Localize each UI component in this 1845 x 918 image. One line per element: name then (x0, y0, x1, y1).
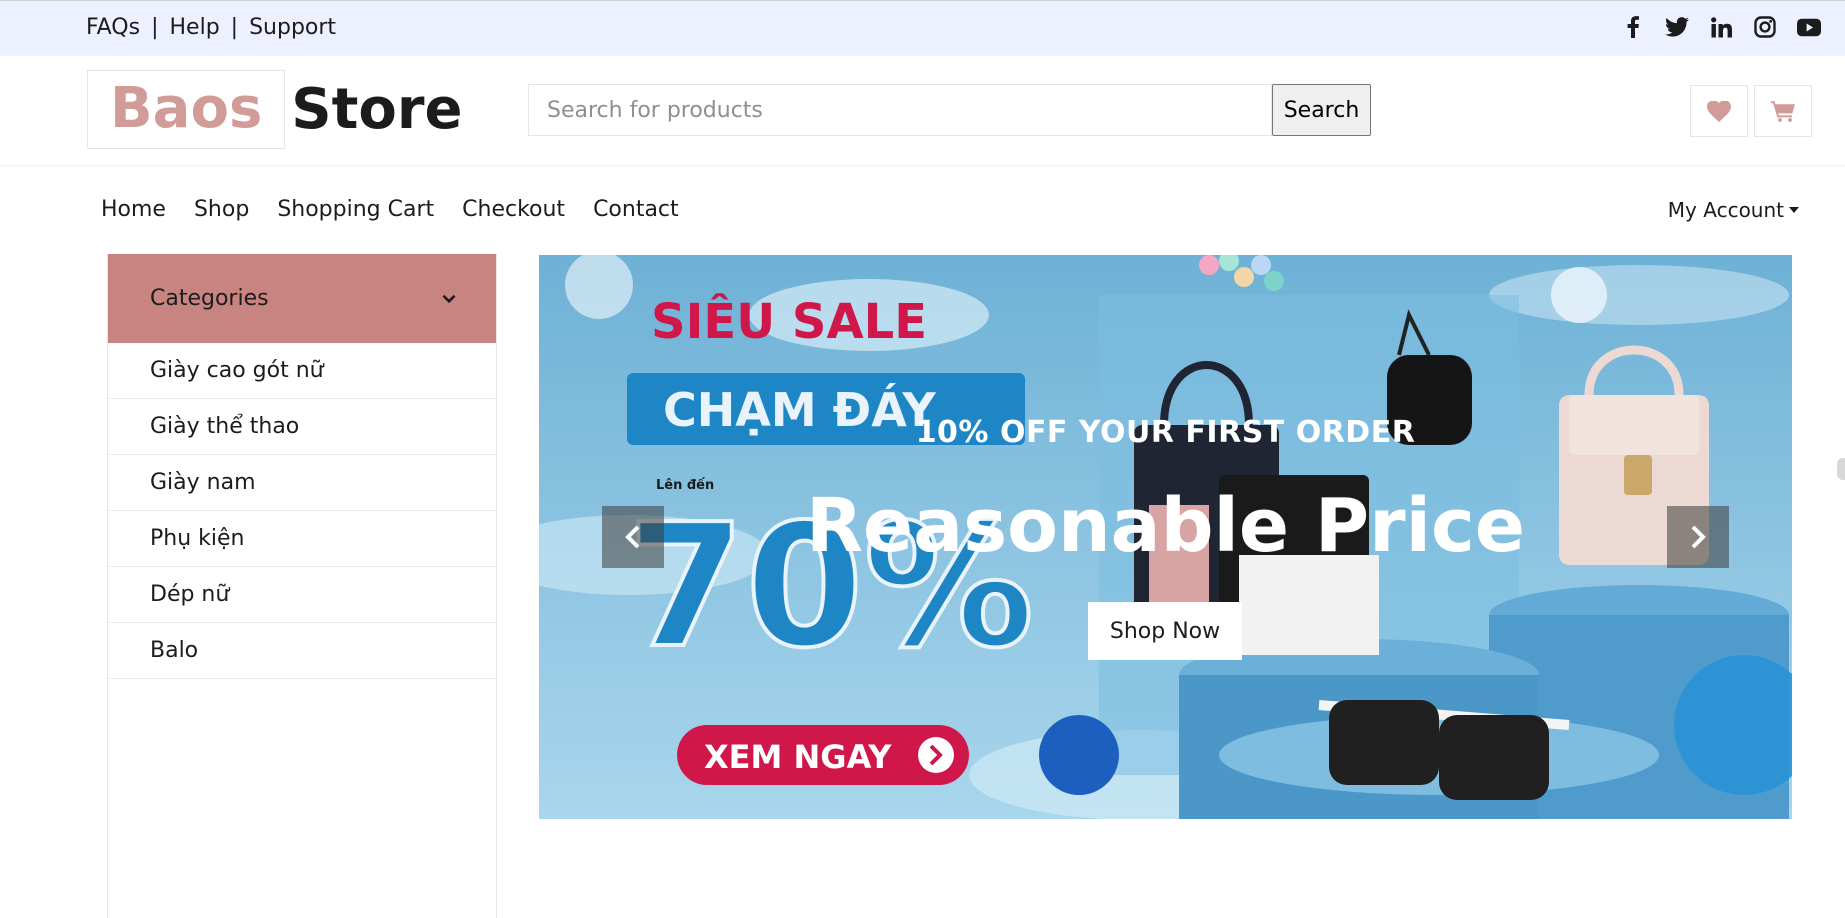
main-nav: Home Shop Shopping Cart Checkout Contact… (0, 166, 1845, 254)
category-item[interactable]: Balo (108, 623, 496, 679)
nav-shop[interactable]: Shop (194, 197, 249, 222)
search-bar: Search (528, 84, 1371, 136)
wishlist-button[interactable] (1690, 85, 1748, 137)
heart-icon (1707, 100, 1731, 122)
top-links: FAQs | Help | Support (86, 15, 336, 40)
categories-toggle[interactable]: Categories (108, 254, 496, 343)
caret-down-icon (1789, 207, 1799, 213)
cart-button[interactable] (1754, 85, 1812, 137)
categories-title: Categories (150, 286, 269, 311)
hero-carousel: SIÊU SALE CHẠM ĐÁY Lên đến 70% XEM NGAY … (539, 255, 1792, 819)
link-separator: | (151, 15, 159, 40)
carousel-next-button[interactable] (1667, 506, 1729, 568)
logo-store: Store (291, 76, 463, 142)
site-header: Baos Store Search (0, 56, 1845, 166)
banner-sale-text: SIÊU SALE (651, 293, 927, 350)
youtube-icon[interactable] (1797, 15, 1821, 39)
twitter-icon[interactable] (1665, 15, 1689, 39)
facebook-icon[interactable] (1621, 15, 1645, 39)
banner-cta-text: XEM NGAY (704, 738, 892, 776)
linkedin-icon[interactable] (1709, 15, 1733, 39)
store-logo[interactable]: Baos Store (87, 70, 462, 149)
nav-home[interactable]: Home (101, 197, 166, 222)
hero-title: Reasonable Price (805, 483, 1526, 569)
link-separator: | (230, 15, 239, 40)
nav-checkout[interactable]: Checkout (462, 197, 565, 222)
faqs-link[interactable]: FAQs (86, 15, 140, 40)
nav-shopping-cart[interactable]: Shopping Cart (277, 197, 434, 222)
chevron-down-icon (442, 294, 456, 303)
back-to-top-tab[interactable] (1837, 458, 1845, 480)
help-link[interactable]: Help (170, 15, 220, 40)
category-item[interactable]: Giày nam (108, 455, 496, 511)
nav-contact[interactable]: Contact (593, 197, 679, 222)
hero-subtitle: 10% OFF YOUR FIRST ORDER (915, 415, 1416, 450)
nav-menu: Home Shop Shopping Cart Checkout Contact (101, 197, 679, 222)
search-input[interactable] (528, 84, 1272, 136)
category-item[interactable]: Giày thể thao (108, 399, 496, 455)
shop-now-button[interactable]: Shop Now (1088, 602, 1242, 660)
my-account-label: My Account (1667, 198, 1784, 222)
search-button[interactable]: Search (1272, 84, 1371, 136)
carousel-prev-button[interactable] (602, 506, 664, 568)
instagram-icon[interactable] (1753, 15, 1777, 39)
categories-sidebar: Categories Giày cao gót nữ Giày thể thao… (107, 254, 497, 918)
category-item[interactable]: Dép nữ (108, 567, 496, 623)
chevron-right-icon (1691, 525, 1706, 549)
support-link[interactable]: Support (249, 15, 336, 40)
chevron-left-icon (625, 525, 640, 549)
category-item[interactable]: Phụ kiện (108, 511, 496, 567)
logo-baos: Baos (87, 70, 286, 149)
category-item[interactable]: Giày cao gót nữ (108, 343, 496, 399)
social-links (1621, 15, 1821, 39)
top-bar: FAQs | Help | Support (0, 0, 1845, 56)
cart-icon (1770, 101, 1795, 122)
my-account-dropdown[interactable]: My Account (1668, 198, 1799, 222)
